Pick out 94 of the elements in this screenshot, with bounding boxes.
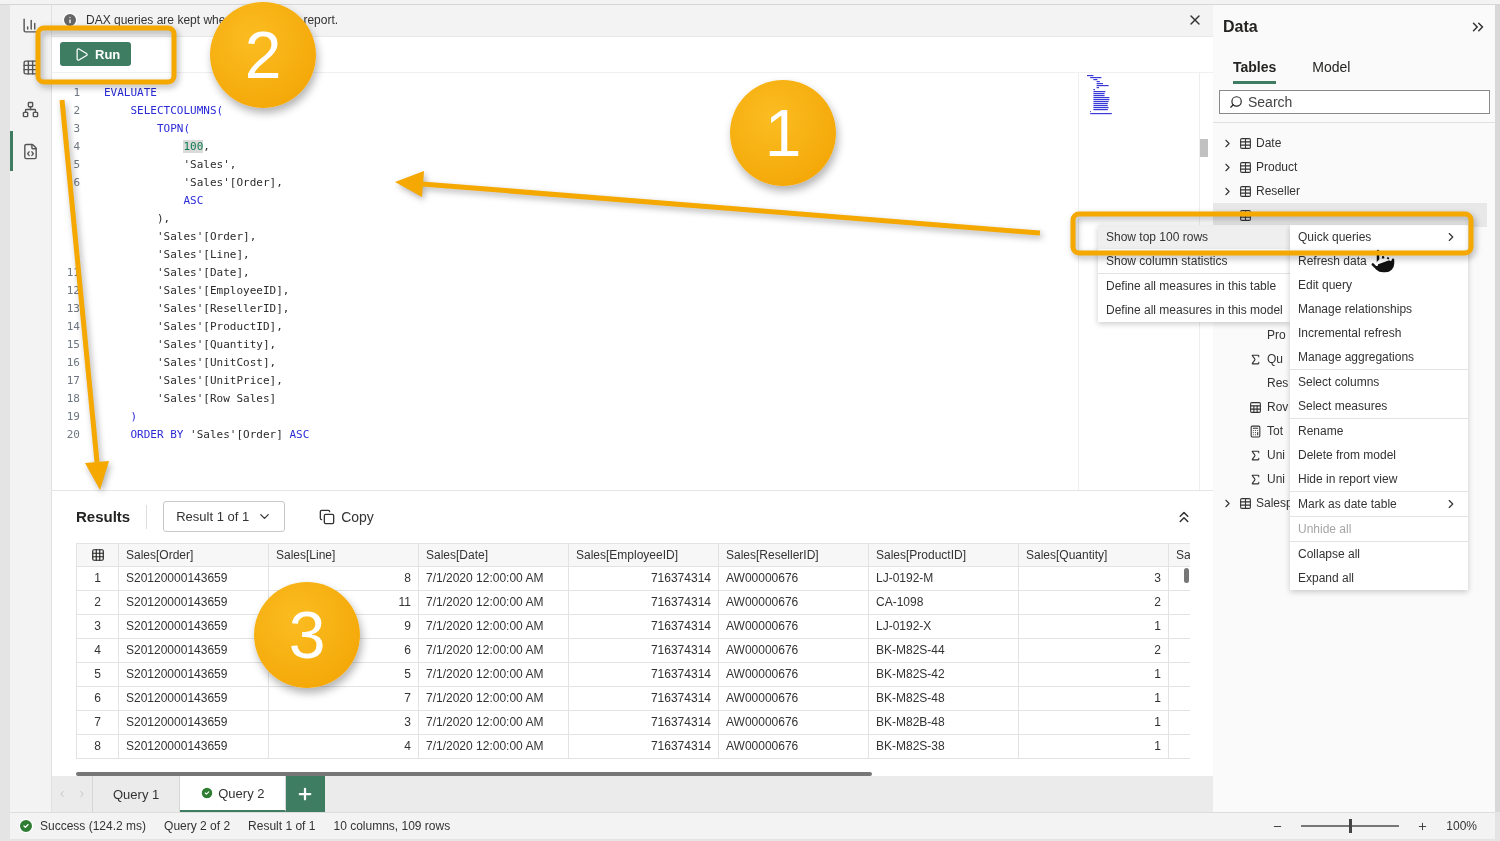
- table-cell: 716374314: [569, 590, 719, 615]
- table-cell: 7/1/2020 12:00:00 AM: [419, 638, 569, 663]
- results-title: Results: [76, 504, 148, 529]
- line-number: 2: [73, 103, 80, 119]
- table-cell: AW00000676: [719, 614, 869, 639]
- table-cell: 3: [269, 710, 419, 735]
- line-number: 17: [66, 373, 80, 389]
- table-cell: AW00000676: [719, 734, 869, 759]
- table-cell: 7/1/2020 12:00:00 AM: [419, 566, 569, 591]
- code-line: ASC: [182, 193, 205, 209]
- row-number: 7: [76, 710, 119, 735]
- table-cell: S20120000143659: [119, 566, 269, 591]
- line-number: 5: [73, 157, 80, 173]
- table-cell: 1: [1019, 710, 1169, 735]
- line-number: 18: [66, 391, 80, 407]
- code-line: ),: [156, 211, 172, 227]
- table-cell: 4: [269, 734, 419, 759]
- table-cell: BK-M82S-38: [869, 734, 1019, 759]
- table-cell: LJ-0192-M: [869, 566, 1019, 591]
- table-cell: 7/1/2020 12:00:00 AM: [419, 614, 569, 639]
- line-number: 3: [73, 121, 80, 137]
- pane-title: Data: [1223, 18, 1258, 36]
- table-cell: 1: [1019, 662, 1169, 687]
- table-cell: AW00000676: [719, 566, 869, 591]
- code-line: 'Sales'[UnitCost],: [156, 355, 278, 371]
- table-cell: 1: [1019, 734, 1169, 759]
- table-cell: 7/1/2020 12:00:00 AM: [419, 734, 569, 759]
- line-number: 15: [66, 337, 80, 353]
- table-cell: S20120000143659: [119, 734, 269, 759]
- code-line: 'Sales'[ResellerID],: [156, 301, 291, 317]
- table-cell: 716374314: [569, 614, 719, 639]
- table-cell: 1: [1019, 686, 1169, 711]
- line-number: 16: [66, 355, 80, 371]
- table-cell: S20120000143659: [119, 710, 269, 735]
- line-number: 13: [66, 301, 80, 317]
- table-cell: LJ-0192-X: [869, 614, 1019, 639]
- table-cell: 716374314: [569, 686, 719, 711]
- table-cell: BK-M82B-48: [869, 710, 1019, 735]
- table-cell: AW00000676: [719, 638, 869, 663]
- table-cell: BK-M82S-42: [869, 662, 1019, 687]
- code-line: 'Sales'[EmployeeID],: [156, 283, 291, 299]
- table-cell: 1: [1019, 614, 1169, 639]
- row-number: 3: [76, 614, 119, 639]
- code-line: 'Sales'[Date],: [156, 265, 251, 281]
- table-cell: 716374314: [569, 638, 719, 663]
- status-text: Success (124.2 ms): [18, 818, 147, 834]
- code-line: ): [129, 409, 139, 425]
- line-number: 19: [66, 409, 80, 425]
- status-text: Query 2 of 2: [164, 819, 231, 833]
- zoom-level: 100%: [1446, 819, 1477, 833]
- line-number: 6: [73, 175, 80, 191]
- code-line: 'Sales'[UnitPrice],: [156, 373, 284, 389]
- line-number: 1: [73, 85, 80, 101]
- table-cell: 716374314: [569, 566, 719, 591]
- table-cell: 716374314: [569, 710, 719, 735]
- table-cell: 3: [1019, 566, 1169, 591]
- code-line: 100,: [182, 139, 211, 155]
- code-line: 'Sales'[ProductID],: [156, 319, 284, 335]
- code-line: 'Sales'[Quantity],: [156, 337, 278, 353]
- table-cell: 7/1/2020 12:00:00 AM: [419, 710, 569, 735]
- code-line: 'Sales'[Row Sales]: [156, 391, 278, 407]
- table-cell: 7/1/2020 12:00:00 AM: [419, 590, 569, 615]
- row-number: 8: [76, 734, 119, 759]
- table-cell: AW00000676: [719, 710, 869, 735]
- row-number: 1: [76, 566, 119, 591]
- table-cell: AW00000676: [719, 662, 869, 687]
- status-text: 10 columns, 109 rows: [333, 819, 451, 833]
- table-cell: 2: [1019, 638, 1169, 663]
- line-number: 4: [73, 139, 80, 155]
- table-cell: CA-1098: [869, 590, 1019, 615]
- code-line: TOPN(: [156, 121, 192, 137]
- code-line: 'Sales',: [182, 157, 238, 173]
- row-number: 6: [76, 686, 119, 711]
- line-number: 14: [66, 319, 80, 335]
- table-cell: BK-M82S-44: [869, 638, 1019, 663]
- code-line: 'Sales'[Order],: [182, 175, 284, 191]
- code-line: EVALUATE: [104, 85, 158, 101]
- table-cell: AW00000676: [719, 686, 869, 711]
- table-cell: 7/1/2020 12:00:00 AM: [419, 662, 569, 687]
- table-cell: BK-M82S-48: [869, 686, 1019, 711]
- code-line: ORDER BY 'Sales'[Order] ASC: [129, 427, 311, 443]
- table-cell: AW00000676: [719, 590, 869, 615]
- row-number: 4: [76, 638, 119, 663]
- table-cell: 716374314: [569, 734, 719, 759]
- row-number: 5: [76, 662, 119, 687]
- code-line: 'Sales'[Order],: [156, 229, 258, 245]
- table-cell: 2: [1019, 590, 1169, 615]
- row-number: 2: [76, 590, 119, 615]
- table-cell: 716374314: [569, 662, 719, 687]
- table-cell: 7/1/2020 12:00:00 AM: [419, 686, 569, 711]
- line-number: 20: [66, 427, 80, 443]
- status-text: Result 1 of 1: [248, 819, 316, 833]
- code-line: 'Sales'[Line],: [156, 247, 251, 263]
- table-cell: S20120000143659: [119, 686, 269, 711]
